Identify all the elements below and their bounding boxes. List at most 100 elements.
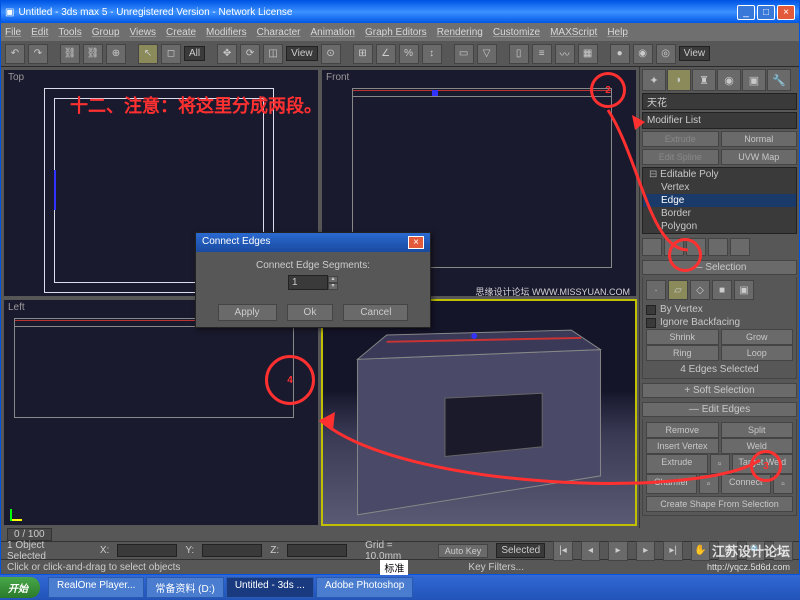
cancel-dialog-button[interactable]: Cancel bbox=[343, 304, 408, 321]
ime-label[interactable]: 标准 bbox=[380, 560, 408, 575]
utilities-tab[interactable]: 🔧 bbox=[767, 69, 791, 91]
ring-button[interactable]: Ring bbox=[646, 345, 719, 361]
pin-stack-button[interactable] bbox=[642, 238, 662, 256]
subobj-vertex-button[interactable]: · bbox=[646, 280, 666, 300]
ignore-backfacing-checkbox[interactable] bbox=[646, 318, 656, 328]
menu-character[interactable]: Character bbox=[257, 27, 301, 38]
extrude-button[interactable]: Extrude bbox=[646, 454, 708, 474]
coord-y-field[interactable] bbox=[202, 544, 262, 557]
curve-editor-button[interactable]: 〰 bbox=[555, 44, 575, 64]
keymode-dropdown[interactable]: Selected bbox=[496, 543, 545, 558]
start-button[interactable]: 开始 bbox=[0, 577, 40, 598]
rotate-button[interactable]: ⟳ bbox=[240, 44, 260, 64]
editspline-quick-button[interactable]: Edit Spline bbox=[642, 149, 719, 165]
bind-button[interactable]: ⊕ bbox=[106, 44, 126, 64]
shrink-button[interactable]: Shrink bbox=[646, 329, 719, 345]
align-button[interactable]: ▯ bbox=[509, 44, 529, 64]
coord-x-field[interactable] bbox=[117, 544, 177, 557]
grow-button[interactable]: Grow bbox=[721, 329, 794, 345]
subobj-element-button[interactable]: ▣ bbox=[734, 280, 754, 300]
task-photoshop[interactable]: Adobe Photoshop bbox=[316, 577, 414, 598]
insert-vertex-button[interactable]: Insert Vertex bbox=[646, 438, 719, 454]
layers-button[interactable]: ≡ bbox=[532, 44, 552, 64]
task-realone[interactable]: RealOne Player... bbox=[48, 577, 144, 598]
softsel-rollout-head[interactable]: + Soft Selection bbox=[642, 383, 797, 398]
spinner-down[interactable]: ▾ bbox=[328, 283, 338, 290]
goto-end-button[interactable]: ▸| bbox=[663, 541, 683, 561]
schematic-button[interactable]: ▦ bbox=[578, 44, 598, 64]
maximize-button[interactable]: □ bbox=[757, 5, 775, 20]
unlink-button[interactable]: ⛓ bbox=[83, 44, 103, 64]
apply-button[interactable]: Apply bbox=[218, 304, 277, 321]
stack-edge[interactable]: Edge bbox=[643, 194, 796, 207]
viewport-perspective[interactable] bbox=[321, 299, 637, 527]
hierarchy-tab[interactable]: ♜ bbox=[692, 69, 716, 91]
loop-button[interactable]: Loop bbox=[721, 345, 794, 361]
viewport-left[interactable]: Left bbox=[3, 299, 319, 527]
menu-tools[interactable]: Tools bbox=[58, 27, 81, 38]
menu-edit[interactable]: Edit bbox=[31, 27, 48, 38]
select-rect-button[interactable]: ◻ bbox=[161, 44, 181, 64]
render-scene-button[interactable]: ◉ bbox=[633, 44, 653, 64]
play-button[interactable]: ▸ bbox=[608, 541, 628, 561]
keyfilters-button[interactable]: Key Filters... bbox=[468, 562, 524, 573]
minimize-button[interactable]: _ bbox=[737, 5, 755, 20]
menu-file[interactable]: File bbox=[5, 27, 21, 38]
create-shape-button[interactable]: Create Shape From Selection bbox=[646, 496, 793, 512]
object-name-field[interactable] bbox=[642, 93, 797, 110]
subobj-edge-button[interactable]: ▱ bbox=[668, 280, 688, 300]
by-vertex-checkbox[interactable] bbox=[646, 305, 656, 315]
link-button[interactable]: ⛓ bbox=[60, 44, 80, 64]
percent-snap-button[interactable]: % bbox=[399, 44, 419, 64]
move-button[interactable]: ✥ bbox=[217, 44, 237, 64]
uvwmap-quick-button[interactable]: UVW Map bbox=[721, 149, 798, 165]
menu-maxscript[interactable]: MAXScript bbox=[550, 27, 597, 38]
menu-create[interactable]: Create bbox=[166, 27, 196, 38]
extrude-quick-button[interactable]: Extrude bbox=[642, 131, 719, 147]
dialog-titlebar[interactable]: Connect Edges × bbox=[196, 233, 430, 252]
modify-tab[interactable]: ◗ bbox=[667, 69, 691, 91]
subobj-border-button[interactable]: ◇ bbox=[690, 280, 710, 300]
menu-grapheditors[interactable]: Graph Editors bbox=[365, 27, 427, 38]
spinner-snap-button[interactable]: ↕ bbox=[422, 44, 442, 64]
stack-polygon[interactable]: Polygon bbox=[643, 220, 796, 233]
next-frame-button[interactable]: ▸ bbox=[636, 541, 656, 561]
named-sel-button[interactable]: ▭ bbox=[454, 44, 474, 64]
configure-sets-button[interactable] bbox=[730, 238, 750, 256]
spinner-up[interactable]: ▴ bbox=[328, 276, 338, 283]
select-button[interactable]: ↖ bbox=[138, 44, 158, 64]
close-button[interactable]: × bbox=[777, 5, 795, 20]
redo-button[interactable]: ↷ bbox=[28, 44, 48, 64]
stack-border[interactable]: Border bbox=[643, 207, 796, 220]
menu-group[interactable]: Group bbox=[92, 27, 120, 38]
render-view-dropdown[interactable]: View bbox=[679, 46, 711, 61]
extrude-settings-button[interactable]: ▫ bbox=[710, 454, 730, 474]
subobj-polygon-button[interactable]: ■ bbox=[712, 280, 732, 300]
display-tab[interactable]: ▣ bbox=[742, 69, 766, 91]
segments-input[interactable] bbox=[288, 275, 328, 290]
pan-button[interactable]: ✋ bbox=[691, 541, 711, 561]
menu-modifiers[interactable]: Modifiers bbox=[206, 27, 247, 38]
remove-modifier-button[interactable] bbox=[708, 238, 728, 256]
chamfer-button[interactable]: Chamfer bbox=[646, 474, 697, 494]
goto-start-button[interactable]: |◂ bbox=[553, 541, 573, 561]
create-tab[interactable]: ✦ bbox=[642, 69, 666, 91]
prev-frame-button[interactable]: ◂ bbox=[581, 541, 601, 561]
pivot-button[interactable]: ⊙ bbox=[321, 44, 341, 64]
material-button[interactable]: ● bbox=[610, 44, 630, 64]
quick-render-button[interactable]: ◎ bbox=[656, 44, 676, 64]
motion-tab[interactable]: ◉ bbox=[717, 69, 741, 91]
angle-snap-button[interactable]: ∠ bbox=[376, 44, 396, 64]
menu-help[interactable]: Help bbox=[607, 27, 628, 38]
normal-quick-button[interactable]: Normal bbox=[721, 131, 798, 147]
ref-coord-dropdown[interactable]: View bbox=[286, 46, 318, 61]
mirror-button[interactable]: ▽ bbox=[477, 44, 497, 64]
chamfer-settings-button[interactable]: ▫ bbox=[699, 474, 719, 494]
menu-views[interactable]: Views bbox=[130, 27, 157, 38]
coord-z-field[interactable] bbox=[287, 544, 347, 557]
task-3dsmax[interactable]: Untitled - 3ds ... bbox=[226, 577, 314, 598]
menu-animation[interactable]: Animation bbox=[311, 27, 355, 38]
modifier-list-dropdown[interactable]: Modifier List bbox=[642, 112, 797, 129]
dialog-close-button[interactable]: × bbox=[408, 236, 424, 249]
stack-vertex[interactable]: Vertex bbox=[643, 181, 796, 194]
